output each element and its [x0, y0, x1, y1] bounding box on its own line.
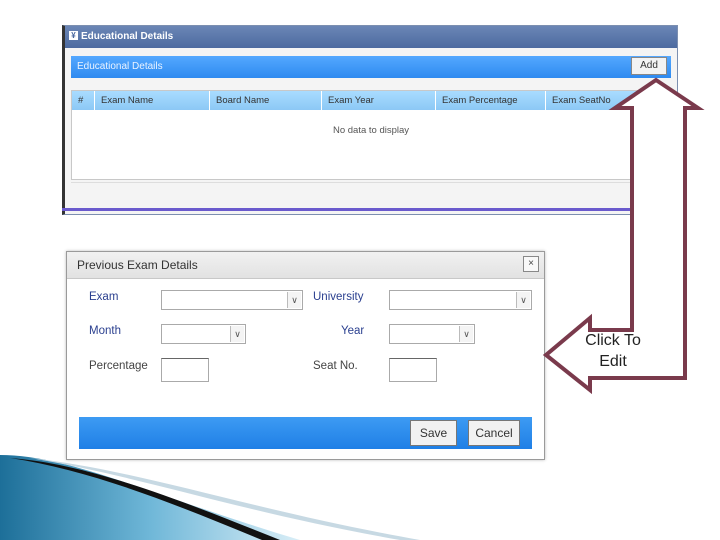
seat-no-input[interactable]: [389, 358, 437, 382]
dialog-title: Previous Exam Details: [77, 258, 198, 272]
add-button[interactable]: Add: [631, 57, 667, 75]
empty-grid-message: No data to display: [332, 125, 410, 136]
grid-header-row: # Exam Name Board Name Exam Year Exam Pe…: [72, 91, 670, 110]
percentage-label: Percentage: [89, 360, 148, 372]
seat-no-label: Seat No.: [313, 360, 358, 372]
dialog-titlebar: Previous Exam Details ×: [67, 252, 544, 279]
exam-label: Exam: [89, 291, 119, 303]
collapse-icon[interactable]: ¥: [69, 31, 78, 40]
panel-title: Educational Details: [81, 31, 174, 42]
month-select[interactable]: ∨: [161, 324, 246, 344]
previous-exam-details-dialog: Previous Exam Details × Exam ∨ Universit…: [66, 251, 545, 460]
save-button[interactable]: Save: [410, 420, 457, 446]
column-header-board-name[interactable]: Board Name: [209, 91, 321, 110]
chevron-down-icon[interactable]: ∨: [516, 292, 530, 308]
column-header-index[interactable]: #: [72, 91, 94, 110]
grid-subheader-title: Educational Details: [77, 61, 163, 72]
chevron-down-icon[interactable]: ∨: [459, 326, 473, 342]
university-select[interactable]: ∨: [389, 290, 532, 310]
year-select[interactable]: ∨: [389, 324, 475, 344]
panel-bottom-border: [62, 208, 678, 211]
decorative-swoosh: [0, 455, 420, 540]
educational-details-panel: ¥ Educational Details Educational Detail…: [62, 25, 678, 215]
month-label: Month: [89, 325, 121, 337]
click-to-edit-callout: Click To Edit: [560, 330, 666, 372]
callout-line-1: Click To: [585, 332, 641, 349]
university-label: University: [313, 291, 364, 303]
chevron-down-icon[interactable]: ∨: [230, 326, 244, 342]
educational-details-grid: # Exam Name Board Name Exam Year Exam Pe…: [71, 90, 671, 180]
column-header-exam-seatno[interactable]: Exam SeatNo: [545, 91, 672, 110]
grid-subheader: Educational Details: [71, 56, 671, 78]
column-header-exam-year[interactable]: Exam Year: [321, 91, 435, 110]
year-label: Year: [341, 325, 365, 337]
panel-titlebar: ¥ Educational Details: [65, 26, 677, 48]
column-header-exam-name[interactable]: Exam Name: [94, 91, 209, 110]
callout-line-2: Edit: [599, 353, 627, 370]
percentage-input[interactable]: [161, 358, 209, 382]
dialog-footer: Save Cancel: [79, 417, 532, 449]
cancel-button[interactable]: Cancel: [468, 420, 520, 446]
exam-select[interactable]: ∨: [161, 290, 303, 310]
close-icon[interactable]: ×: [523, 256, 539, 272]
chevron-down-icon[interactable]: ∨: [287, 292, 301, 308]
column-header-exam-percentage[interactable]: Exam Percentage: [435, 91, 545, 110]
